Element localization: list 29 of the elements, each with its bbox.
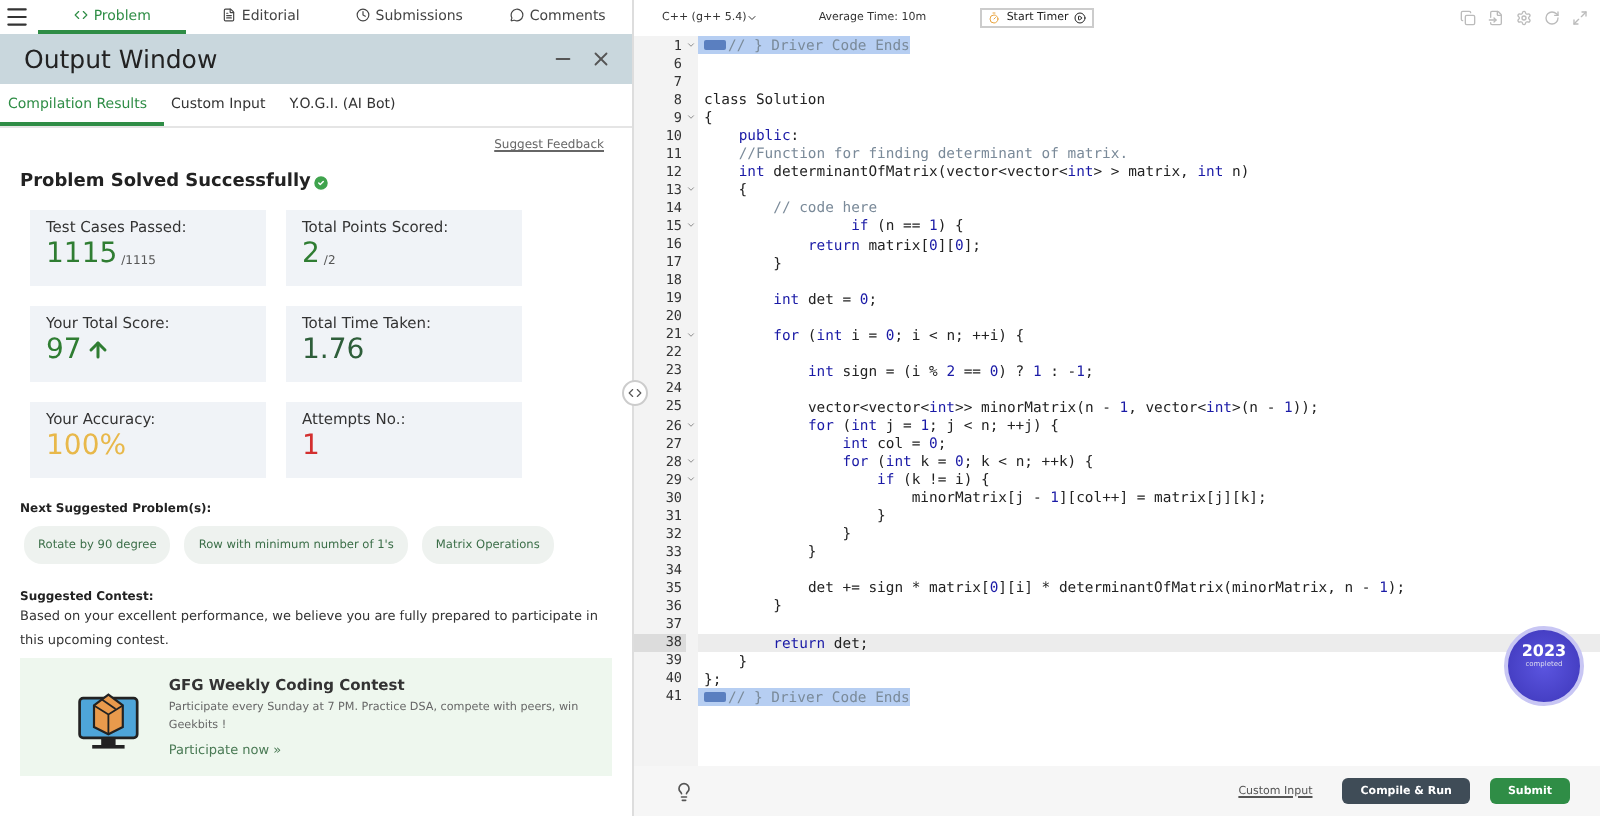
stat-value: 1115 [46,240,118,268]
fullscreen-icon[interactable] [1572,9,1588,25]
fold-placeholder-icon[interactable] [704,691,726,702]
menu-icon[interactable] [4,4,30,30]
lightbulb-icon[interactable] [674,781,694,801]
caret-icon [746,11,759,23]
resize-handle[interactable] [622,380,648,406]
stat-value: 97 [46,336,82,364]
badge-year: 2023 [1521,644,1567,660]
document-icon [221,8,236,22]
stat-value: 100% [46,432,127,460]
settings-icon[interactable] [1516,9,1532,25]
fold-placeholder-icon[interactable] [704,40,726,51]
close-icon[interactable] [590,48,612,70]
code-icon [73,8,88,22]
check-icon [312,173,331,191]
stat-value: 1.76 [302,336,365,364]
stat-value: 2 [302,240,320,268]
timer-icon [988,11,1001,23]
stat-value: 1 [302,432,320,460]
status-text: Problem Solved Successfully [20,172,311,192]
play-icon [1074,11,1087,23]
code-icon [628,386,642,400]
panel-title: Output Window [24,44,220,74]
chat-bubble-icon [509,8,524,22]
clock-icon [355,8,370,22]
reset-icon[interactable] [1544,9,1560,25]
file-icon[interactable] [1488,9,1504,25]
copy-icon[interactable] [1460,9,1476,25]
